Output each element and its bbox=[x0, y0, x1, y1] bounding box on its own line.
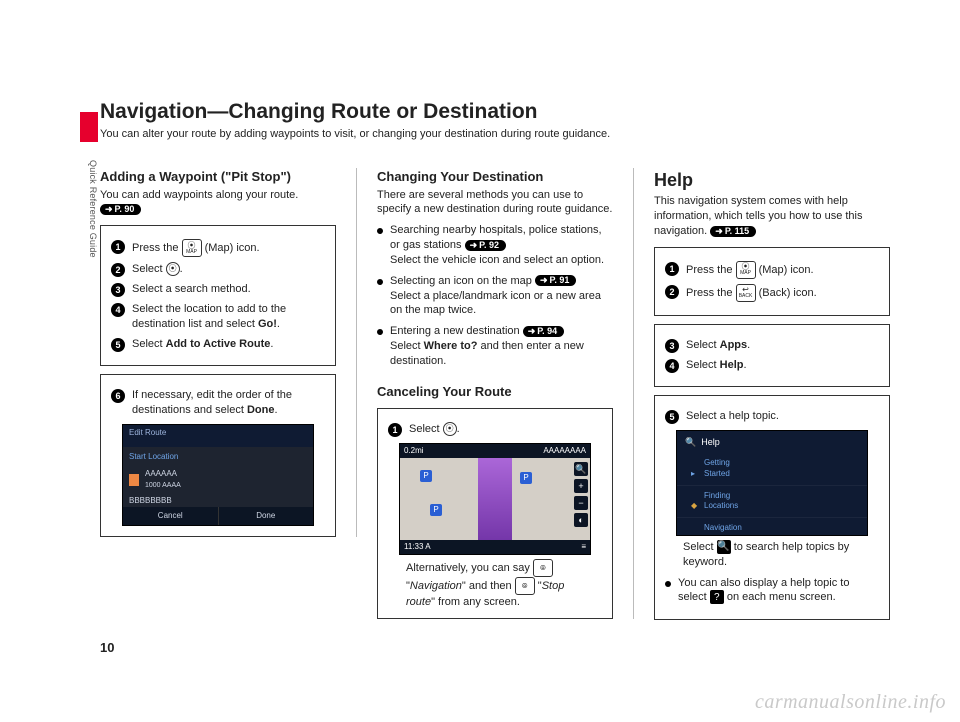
heading-destination: Changing Your Destination bbox=[377, 168, 613, 186]
map-icon: ⦿MAP bbox=[182, 239, 202, 257]
step-num-h4: 4 bbox=[665, 359, 679, 373]
bullet-map-icon: Selecting an icon on the map ➜P. 91 Sele… bbox=[377, 274, 613, 319]
intro-help: This navigation system comes with help i… bbox=[654, 194, 890, 239]
page-ref-92: ➜P. 92 bbox=[465, 240, 506, 251]
step-num-1: 1 bbox=[111, 240, 125, 254]
screenshot-edit-route: Edit Route Start Location AAAAAA1000 AAA… bbox=[122, 424, 314, 526]
page-ref-90: ➜P. 90 bbox=[100, 204, 141, 215]
cancel-icon: ⦿ bbox=[443, 422, 457, 436]
step-5: 5 Select Add to Active Route. bbox=[111, 337, 325, 352]
help-bullet: You can also display a help topic to sel… bbox=[665, 576, 879, 606]
help-step-3: 3 Select Apps. bbox=[665, 338, 879, 353]
mock-header: Edit Route bbox=[123, 425, 313, 447]
question-icon: ? bbox=[710, 590, 724, 604]
help-step-2: 2 Press the ↩BACK (Back) icon. bbox=[665, 284, 879, 302]
step-4: 4 Select the location to add to the dest… bbox=[111, 302, 325, 332]
map-icon: ⦿MAP bbox=[736, 261, 756, 279]
column-help: Help This navigation system comes with h… bbox=[654, 168, 890, 620]
steps-box-cancel: 1 Select ⦿. 0.2miAAAAAAAA P P P 🔍+−◐ 11:… bbox=[377, 408, 613, 619]
step-num-6: 6 bbox=[111, 389, 125, 403]
step-num-3: 3 bbox=[111, 283, 125, 297]
select-icon: ⦿ bbox=[166, 262, 180, 276]
page-ref-94: ➜P. 94 bbox=[523, 326, 564, 337]
help-step-5: 5 Select a help topic. bbox=[665, 409, 879, 424]
page-title: Navigation—Changing Route or Destination bbox=[100, 100, 890, 124]
step-num-5: 5 bbox=[111, 338, 125, 352]
column-destination: Changing Your Destination There are seve… bbox=[377, 168, 634, 619]
voice-icon: ⦾ bbox=[515, 577, 535, 595]
steps-box-help-c: 5 Select a help topic. 🔍Help ▸Getting St… bbox=[654, 395, 890, 620]
screenshot-nav-map: 0.2miAAAAAAAA P P P 🔍+−◐ 11:33 A≡ bbox=[399, 443, 591, 555]
step-num-h2: 2 bbox=[665, 285, 679, 299]
help-step-1: 1 Press the ⦿MAP (Map) icon. bbox=[665, 261, 879, 279]
side-label: Quick Reference Guide bbox=[80, 160, 98, 300]
step-num-4: 4 bbox=[111, 303, 125, 317]
back-icon: ↩BACK bbox=[736, 284, 756, 302]
heading-cancel: Canceling Your Route bbox=[377, 383, 613, 401]
search-icon: 🔍 bbox=[685, 436, 696, 448]
intro-waypoint-text: You can add waypoints along your route. bbox=[100, 189, 298, 201]
section-tab bbox=[80, 112, 98, 142]
page-subtitle: You can alter your route by adding waypo… bbox=[100, 128, 890, 140]
page-content: Navigation—Changing Route or Destination… bbox=[100, 100, 890, 660]
step-num-h3: 3 bbox=[665, 339, 679, 353]
mock-done-button: Done bbox=[219, 507, 314, 525]
heading-waypoint: Adding a Waypoint ("Pit Stop") bbox=[100, 168, 336, 186]
voice-icon: ⦾ bbox=[533, 559, 553, 577]
intro-waypoint: You can add waypoints along your route. … bbox=[100, 188, 336, 218]
steps-box-help-a: 1 Press the ⦿MAP (Map) icon. 2 Press the… bbox=[654, 247, 890, 316]
step-num-2: 2 bbox=[111, 263, 125, 277]
step-6: 6 If necessary, edit the order of the de… bbox=[111, 388, 325, 418]
step-3: 3 Select a search method. bbox=[111, 282, 325, 297]
watermark: carmanualsonline.info bbox=[755, 691, 946, 714]
steps-box-waypoint-b: 6 If necessary, edit the order of the de… bbox=[100, 374, 336, 537]
steps-box-waypoint-a: 1 Press the ⦿MAP (Map) icon. 2 Select ⦿.… bbox=[100, 225, 336, 366]
step-num-h1: 1 bbox=[665, 262, 679, 276]
page-ref-91: ➜P. 91 bbox=[535, 275, 576, 286]
screenshot-help-menu: 🔍Help ▸Getting Started ◆Finding Location… bbox=[676, 430, 868, 536]
heading-help: Help bbox=[654, 168, 890, 192]
step-num-1b: 1 bbox=[388, 423, 402, 437]
bullet-new-dest: Entering a new destination ➜P. 94 Select… bbox=[377, 324, 613, 369]
bullet-nearby: Searching nearby hospitals, police stati… bbox=[377, 223, 613, 268]
step-num-h5: 5 bbox=[665, 410, 679, 424]
intro-destination: There are several methods you can use to… bbox=[377, 188, 613, 218]
help-search-note: Select 🔍 to search help topics by keywor… bbox=[683, 540, 871, 570]
step-2: 2 Select ⦿. bbox=[111, 262, 325, 277]
mock-cancel-button: Cancel bbox=[123, 507, 219, 525]
steps-box-help-b: 3 Select Apps. 4 Select Help. bbox=[654, 324, 890, 387]
help-step-4: 4 Select Help. bbox=[665, 358, 879, 373]
search-icon: 🔍 bbox=[717, 540, 731, 554]
cancel-alt-note: Alternatively, you can say ⦾ "Navigation… bbox=[406, 559, 594, 610]
step-1: 1 Press the ⦿MAP (Map) icon. bbox=[111, 239, 325, 257]
cancel-step-1: 1 Select ⦿. bbox=[388, 422, 602, 437]
column-waypoint: Adding a Waypoint ("Pit Stop") You can a… bbox=[100, 168, 357, 537]
page-ref-115: ➜P. 115 bbox=[710, 226, 756, 237]
